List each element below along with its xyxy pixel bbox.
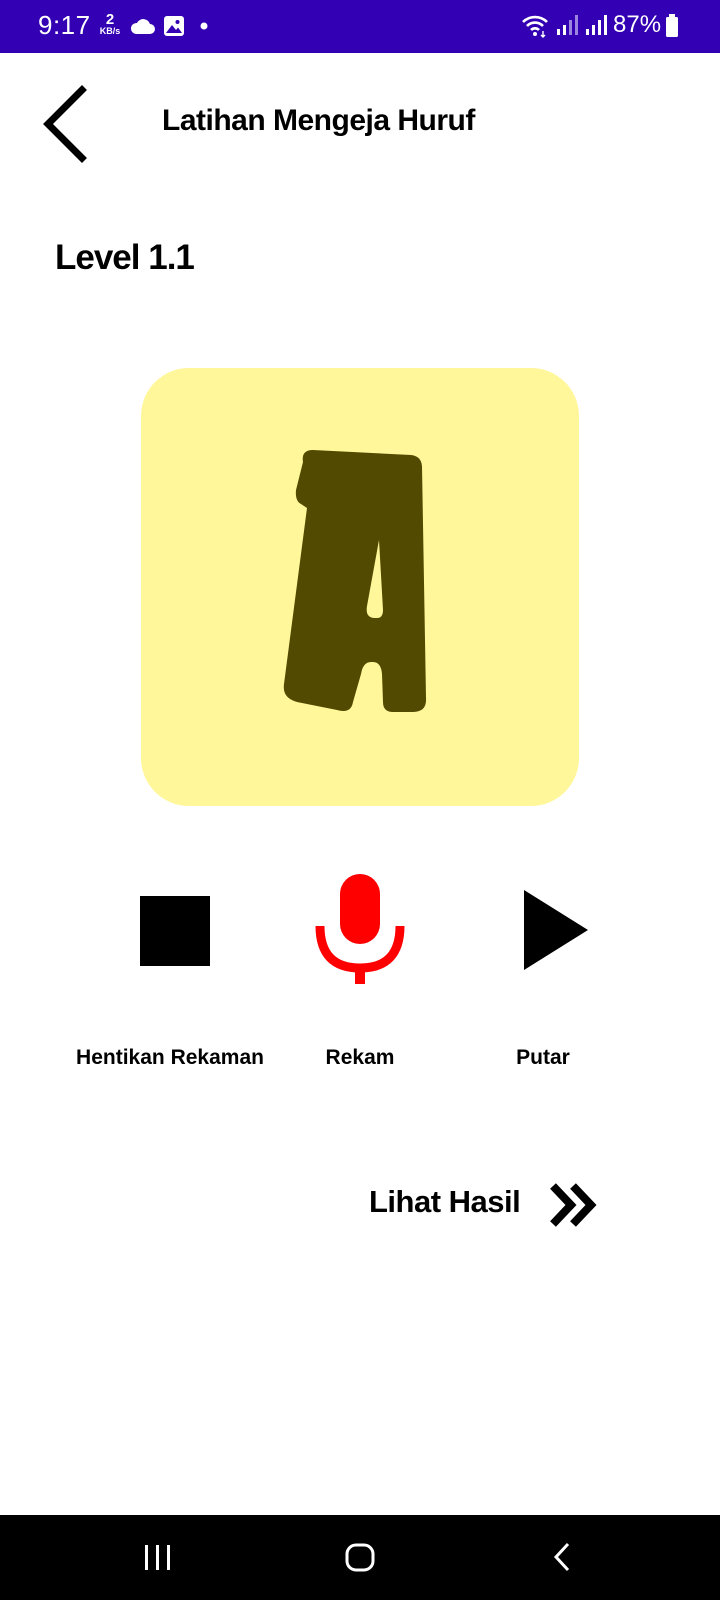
play-button[interactable] <box>516 886 592 974</box>
status-bar: 9:17 2 KB/s 87% <box>0 0 720 53</box>
chevron-left-icon <box>43 85 87 163</box>
back-button[interactable] <box>38 84 92 164</box>
level-label: Level 1.1 <box>55 238 195 277</box>
status-time: 9:17 <box>38 10 91 40</box>
recents-icon <box>145 1545 170 1570</box>
double-chevron-right-icon <box>550 1183 597 1227</box>
recents-button[interactable] <box>98 1515 218 1600</box>
network-speed-value: 2 <box>105 11 115 28</box>
record-button[interactable] <box>312 870 408 986</box>
battery-icon <box>666 14 678 37</box>
battery-percent: 87% <box>613 11 662 38</box>
system-back-button[interactable] <box>502 1515 622 1600</box>
network-speed-unit: KB/s <box>99 26 121 36</box>
play-icon <box>524 890 588 970</box>
page-title: Latihan Mengeja Huruf <box>162 104 475 137</box>
stop-recording-label: Hentikan Rekaman <box>76 1046 264 1069</box>
view-result-label: Lihat Hasil <box>369 1184 521 1219</box>
microphone-icon <box>315 874 405 984</box>
letter-card <box>141 368 579 806</box>
view-result-link[interactable]: Lihat Hasil <box>365 1176 605 1232</box>
back-icon <box>553 1542 570 1572</box>
stop-icon <box>140 896 210 966</box>
network-speed: 2 KB/s <box>97 12 123 36</box>
home-icon <box>345 1543 375 1572</box>
cloud-icon <box>130 19 155 34</box>
record-label: Rekam <box>325 1046 395 1069</box>
play-label: Putar <box>516 1046 570 1069</box>
notification-dot-icon <box>200 22 208 30</box>
wifi-icon <box>522 15 548 38</box>
screen: 9:17 2 KB/s 87% Latihan Mengeja Huruf Le… <box>0 0 720 1600</box>
letter-a-graphic <box>283 450 427 712</box>
home-button[interactable] <box>300 1515 420 1600</box>
stop-recording-button[interactable] <box>128 882 222 976</box>
signal-icon <box>557 15 578 35</box>
signal-icon <box>586 15 607 35</box>
gallery-icon <box>164 16 184 36</box>
navigation-bar <box>0 1515 720 1600</box>
